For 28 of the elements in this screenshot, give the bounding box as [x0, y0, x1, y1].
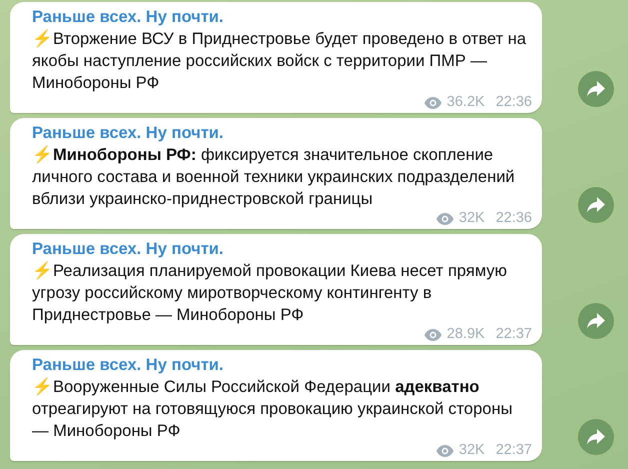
share-button[interactable]	[578, 187, 614, 223]
message-time: 22:36	[496, 94, 532, 111]
view-count: 28.9K	[446, 326, 485, 343]
eye-icon	[424, 328, 442, 340]
channel-name[interactable]: Раньше всех. Ну почти.	[32, 355, 532, 376]
message-text: ⚡Реализация планируемой провокации Киева несет прямую угрозу российскому миротворческому контингенту в Приднестровье — Минобороны РФ	[32, 260, 508, 326]
share-button[interactable]	[578, 71, 614, 107]
channel-name[interactable]: Раньше всех. Ну почти.	[32, 123, 532, 144]
view-count: 32K	[458, 442, 485, 459]
eye-icon	[436, 444, 454, 456]
share-button[interactable]	[578, 419, 614, 455]
channel-name[interactable]: Раньше всех. Ну почти.	[32, 7, 532, 28]
share-icon	[587, 313, 605, 329]
message-text: ⚡Вооруженные Силы Российской Федерации адекватно отреагируют на готовящуюся провокацию украинской стороны — Минобороны РФ	[32, 376, 514, 442]
eye-icon	[436, 212, 454, 224]
share-icon	[587, 81, 605, 97]
share-button[interactable]	[578, 303, 614, 339]
message-time: 22:36	[496, 210, 532, 227]
share-icon	[587, 429, 605, 445]
message-time: 22:37	[496, 442, 532, 459]
message-text: ⚡Минобороны РФ: фиксируется значительное скопление личного состава и военной техники украинских подразделений вблизи украинско-приднестровской границы	[32, 144, 516, 210]
share-icon	[587, 197, 605, 213]
message-time: 22:37	[496, 326, 532, 343]
channel-name[interactable]: Раньше всех. Ну почти.	[32, 239, 532, 260]
view-count: 32K	[458, 210, 485, 227]
message-text: ⚡Вторжение ВСУ в Приднестровье будет проведено в ответ на якобы наступление российских войск с территории ПМР — Минобороны РФ	[32, 28, 528, 94]
view-count: 36.2K	[446, 94, 485, 111]
eye-icon	[424, 96, 442, 108]
